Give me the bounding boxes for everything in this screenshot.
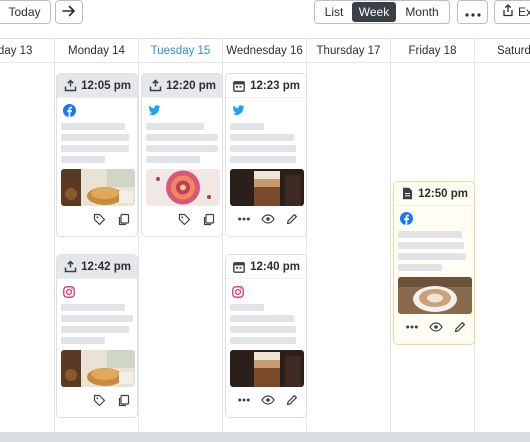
post-actions xyxy=(226,387,306,413)
pencil-icon[interactable] xyxy=(452,319,468,335)
post-card-header: 12:05 pm xyxy=(57,74,137,98)
share-icon xyxy=(502,4,514,20)
more-dots-icon[interactable] xyxy=(404,319,420,335)
more-dots-icon xyxy=(464,5,481,20)
post-image-iced-coffee[interactable] xyxy=(230,169,304,206)
view-week-label: Week xyxy=(358,5,390,19)
post-card-header: 12:50 pm xyxy=(394,182,474,206)
eye-icon[interactable] xyxy=(260,392,276,408)
horizontal-scrollbar[interactable] xyxy=(0,432,530,442)
view-switcher: List Week Month xyxy=(314,0,450,24)
eye-icon[interactable] xyxy=(428,319,444,335)
post-text-placeholder xyxy=(226,298,306,344)
post-text-placeholder xyxy=(394,225,474,271)
post-actions xyxy=(226,206,306,232)
tag-icon[interactable] xyxy=(176,211,192,227)
calendar-toolbar: Today List Week Month Ex xyxy=(0,0,530,34)
post-text-placeholder xyxy=(226,117,306,163)
post-time: 12:20 pm xyxy=(166,79,216,92)
calendar-icon xyxy=(232,79,246,93)
day-column-19: Saturday xyxy=(475,39,530,436)
day-column-17: Thursday 17 xyxy=(307,39,391,436)
post-image-croissant[interactable] xyxy=(61,350,135,387)
post-card[interactable]: 12:23 pm xyxy=(225,73,307,237)
view-list-button[interactable]: List xyxy=(316,2,352,22)
twitter-icon xyxy=(232,104,245,117)
tag-icon[interactable] xyxy=(91,211,107,227)
facebook-icon xyxy=(400,212,413,225)
view-month-button[interactable]: Month xyxy=(396,2,448,22)
export-button[interactable]: Ex xyxy=(494,0,530,24)
today-button-label: Today xyxy=(8,5,41,19)
pencil-icon[interactable] xyxy=(284,392,300,408)
day-header: nday 13 xyxy=(0,39,54,63)
more-dots-icon[interactable] xyxy=(236,392,252,408)
post-card[interactable]: 12:05 pm xyxy=(56,73,138,237)
view-week-button[interactable]: Week xyxy=(352,2,396,22)
arrow-right-icon xyxy=(62,5,76,20)
post-actions xyxy=(57,387,137,413)
post-actions xyxy=(142,206,222,232)
post-card-header: 12:23 pm xyxy=(226,74,306,98)
document-icon xyxy=(400,187,414,201)
day-column-13: nday 13 xyxy=(0,39,55,436)
day-header: Friday 18 xyxy=(391,39,474,63)
upload-icon xyxy=(148,79,162,93)
post-card[interactable]: 12:40 pm xyxy=(225,254,307,418)
post-text-placeholder xyxy=(57,117,137,163)
day-header: Thursday 17 xyxy=(307,39,390,63)
duplicate-icon[interactable] xyxy=(115,211,131,227)
post-text-placeholder xyxy=(142,117,222,163)
post-time: 12:40 pm xyxy=(250,260,300,273)
calendar-app: Today List Week Month Ex day 13 Monday 1… xyxy=(0,0,530,442)
more-dots-icon[interactable] xyxy=(236,211,252,227)
post-time: 12:23 pm xyxy=(250,79,300,92)
facebook-icon xyxy=(63,104,76,117)
duplicate-icon[interactable] xyxy=(115,392,131,408)
duplicate-icon[interactable] xyxy=(200,211,216,227)
post-card-header: 12:42 pm xyxy=(57,255,137,279)
post-card-header: 12:40 pm xyxy=(226,255,306,279)
post-image-flower[interactable] xyxy=(146,169,220,206)
post-image-cappuccino[interactable] xyxy=(398,277,472,314)
view-list-label: List xyxy=(324,5,344,19)
upload-icon xyxy=(63,260,77,274)
more-options-button[interactable] xyxy=(457,0,488,24)
post-card[interactable]: 12:20 pm xyxy=(141,73,223,237)
upload-icon xyxy=(63,79,77,93)
view-month-label: Month xyxy=(405,5,439,19)
post-actions xyxy=(394,314,474,340)
post-image-iced-coffee[interactable] xyxy=(230,350,304,387)
instagram-icon xyxy=(63,285,76,298)
pencil-icon[interactable] xyxy=(284,211,300,227)
post-time: 12:05 pm xyxy=(81,79,131,92)
post-time: 12:42 pm xyxy=(81,260,131,273)
day-header-today: Tuesday 15 xyxy=(139,39,222,63)
post-time: 12:50 pm xyxy=(418,187,468,200)
post-actions xyxy=(57,206,137,232)
post-card[interactable]: 12:42 pm xyxy=(56,254,138,418)
day-header: Wednesday 16 xyxy=(223,39,306,63)
instagram-icon xyxy=(232,285,245,298)
post-card-selected[interactable]: 12:50 pm xyxy=(393,181,475,345)
export-label: Ex xyxy=(518,5,530,19)
today-button[interactable]: Today xyxy=(0,0,51,24)
post-text-placeholder xyxy=(57,298,137,344)
day-header: Monday 14 xyxy=(55,39,138,63)
post-card-header: 12:20 pm xyxy=(142,74,222,98)
calendar-icon xyxy=(232,260,246,274)
next-week-button[interactable] xyxy=(55,0,83,24)
post-image-croissant[interactable] xyxy=(61,169,135,206)
eye-icon[interactable] xyxy=(260,211,276,227)
tag-icon[interactable] xyxy=(91,392,107,408)
twitter-icon xyxy=(148,104,161,117)
day-header: Saturday xyxy=(475,39,530,63)
